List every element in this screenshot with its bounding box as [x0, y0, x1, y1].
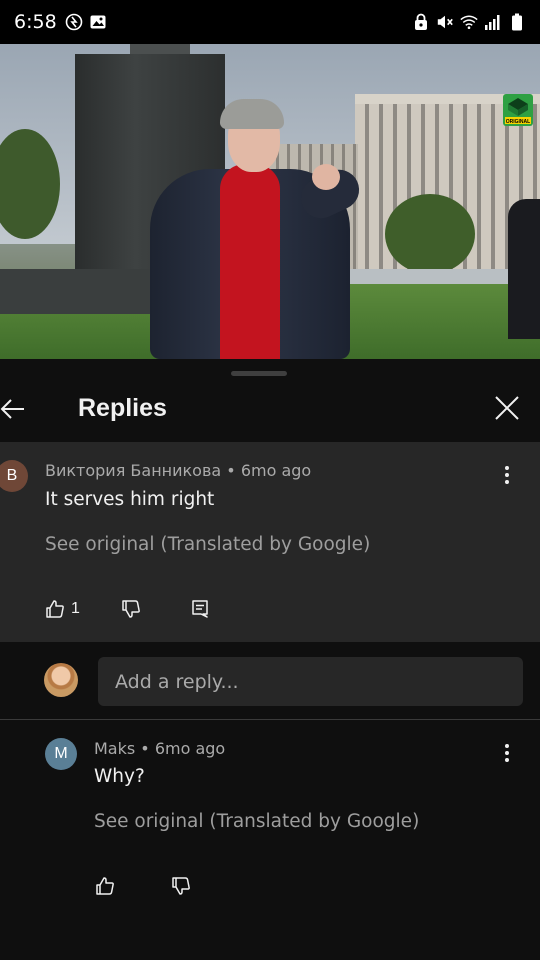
comment-more-button[interactable]: [497, 463, 517, 487]
dislike-button[interactable]: [121, 599, 141, 619]
lock-vpn-icon: [412, 13, 430, 31]
dislike-button[interactable]: [171, 876, 191, 896]
arrow-left-icon: [0, 399, 24, 419]
parent-comment: B Виктория Банникова • 6mo ago It serves…: [0, 442, 540, 642]
comment-icon: [192, 600, 208, 618]
add-reply-bar: [0, 642, 540, 720]
battery-icon: [508, 13, 526, 31]
avatar[interactable]: B: [0, 460, 28, 492]
replies-sheet: Replies B Виктория Банникова • 6mo ago I…: [0, 359, 540, 960]
mute-icon: [436, 13, 454, 31]
see-original-link[interactable]: See original (Translated by Google): [45, 534, 370, 555]
comment-text: It serves him right: [45, 489, 215, 510]
video-player[interactable]: ORIGINAL: [0, 44, 540, 359]
comment-age: 6mo ago: [240, 461, 312, 480]
comment-meta: Виктория Банникова • 6mo ago: [45, 461, 312, 480]
wifi-icon: [460, 13, 478, 31]
status-bar: 6:58: [0, 0, 540, 44]
badge-text: ORIGINAL: [506, 119, 530, 125]
original-badge-icon: ORIGINAL: [503, 94, 533, 126]
page-title: Replies: [78, 394, 167, 422]
data-saver-icon: [65, 13, 83, 31]
thumbs-up-icon: [46, 600, 64, 618]
gallery-icon: [89, 13, 107, 31]
comment-age: 6mo ago: [154, 739, 226, 758]
avatar[interactable]: M: [45, 738, 77, 770]
close-icon: [495, 396, 519, 420]
comment-author[interactable]: Maks: [94, 739, 135, 758]
comment-meta: Maks • 6mo ago: [94, 739, 226, 758]
avatar[interactable]: [44, 663, 78, 697]
reply-input[interactable]: [98, 657, 523, 706]
thumbs-up-icon: [96, 877, 114, 895]
like-count: 1: [71, 600, 80, 617]
comment-more-button[interactable]: [497, 741, 517, 765]
comment-author[interactable]: Виктория Банникова: [45, 461, 221, 480]
comment-text: Why?: [94, 766, 145, 787]
see-original-link[interactable]: See original (Translated by Google): [94, 811, 419, 832]
like-button[interactable]: 1: [45, 599, 80, 619]
reply-button[interactable]: [191, 599, 209, 619]
like-button[interactable]: [95, 876, 115, 896]
back-button[interactable]: [0, 395, 26, 423]
reply-comment: M Maks • 6mo ago Why? See original (Tran…: [0, 721, 540, 960]
thumbs-down-icon: [122, 600, 140, 618]
close-button[interactable]: [492, 393, 522, 423]
signal-icon: [484, 13, 502, 31]
thumbs-down-icon: [172, 877, 190, 895]
drag-handle[interactable]: [231, 371, 287, 376]
status-time: 6:58: [14, 11, 57, 33]
sheet-header: Replies: [0, 385, 540, 441]
